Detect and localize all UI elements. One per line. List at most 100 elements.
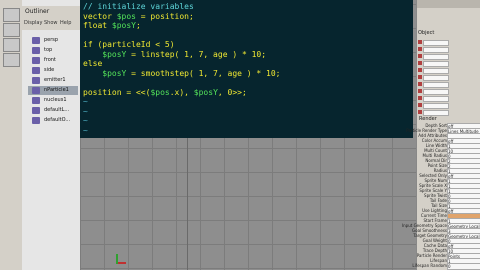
- node-icon: [32, 57, 40, 64]
- outliner-item-label: side: [44, 67, 55, 73]
- expression-code[interactable]: // initialize variables vector $pos = pos…: [80, 0, 413, 135]
- code-token: position = <<(: [83, 87, 151, 97]
- code-token: = linstep( 1, 7, age ) * 10;: [126, 49, 267, 59]
- channel-key-swatch: [418, 61, 422, 65]
- outliner-item[interactable]: top: [28, 46, 78, 55]
- channel-field[interactable]: [423, 61, 449, 67]
- outliner-item-label: defaultO...: [44, 117, 71, 123]
- outliner-item-label: emitter1: [44, 77, 66, 83]
- outliner-item-label: defaultL...: [44, 107, 70, 113]
- maya-workspace: Outliner Display Show Help persp top front…: [0, 0, 480, 270]
- code-token: = position;: [135, 11, 194, 21]
- tool-icon[interactable]: [3, 23, 20, 37]
- code-token: float: [83, 21, 112, 30]
- grid-center-line: [187, 138, 188, 270]
- outliner-item-label: nParticle1: [44, 87, 69, 93]
- channel-field[interactable]: [423, 68, 449, 74]
- code-line[interactable]: vector $pos = position;: [83, 12, 413, 22]
- code-token: .x),: [169, 87, 194, 97]
- object-label: Object: [418, 30, 435, 36]
- channel-key-swatch: [418, 47, 422, 51]
- node-icon: [32, 37, 40, 44]
- channel-field[interactable]: [423, 40, 449, 46]
- channel-field[interactable]: [423, 75, 449, 81]
- node-icon: [32, 117, 40, 124]
- code-token: // initialize variables: [83, 2, 194, 11]
- outliner-item[interactable]: side: [28, 66, 78, 75]
- code-line[interactable]: ~: [83, 107, 413, 117]
- outliner-menu-show[interactable]: Show: [44, 20, 58, 26]
- code-token: = smoothstep( 1, 7, age ) * 10;: [126, 68, 281, 78]
- code-token: ;: [136, 21, 141, 30]
- code-token: , 0>>;: [217, 87, 247, 97]
- outliner-title: Outliner: [22, 6, 80, 18]
- outliner-item-label: front: [44, 57, 56, 63]
- outliner-item-label: nucleus1: [44, 97, 67, 103]
- tool-icon[interactable]: [3, 38, 20, 52]
- code-line[interactable]: ~: [83, 116, 413, 126]
- code-token: $posY: [102, 68, 127, 78]
- code-line[interactable]: else: [83, 59, 413, 69]
- channel-key-swatch: [418, 96, 422, 100]
- code-line[interactable]: $posY = smoothstep( 1, 7, age ) * 10;: [83, 69, 413, 79]
- code-line[interactable]: ~: [83, 97, 413, 107]
- node-icon: [32, 67, 40, 74]
- channel-field[interactable]: [423, 96, 449, 102]
- attribute-value[interactable]: 0: [447, 263, 480, 270]
- tool-icon[interactable]: [3, 8, 20, 22]
- code-line[interactable]: $posY = linstep( 1, 7, age ) * 10;: [83, 50, 413, 60]
- node-icon: [32, 77, 40, 84]
- outliner-menu: Display Show Help: [22, 18, 80, 30]
- code-line[interactable]: ~: [83, 126, 413, 136]
- channel-field[interactable]: [423, 82, 449, 88]
- code-line[interactable]: // initialize variables: [83, 2, 413, 12]
- outliner-list: persp top front side emitter1 nParticle1 nucle…: [28, 36, 78, 126]
- code-token: $posY: [193, 87, 218, 97]
- code-token: $pos: [150, 87, 170, 97]
- code-line[interactable]: position = <<($pos.x), $posY, 0>>;: [83, 88, 413, 98]
- channel-key-swatch: [418, 54, 422, 58]
- outliner-item[interactable]: persp: [28, 36, 78, 45]
- outliner-panel: Outliner Display Show Help persp top front…: [22, 0, 81, 270]
- attribute-name: Lifespan Random: [412, 263, 447, 268]
- outliner-item[interactable]: nParticle1: [28, 86, 78, 95]
- code-line[interactable]: [83, 78, 413, 88]
- expression-editor[interactable]: // initialize variables vector $pos = pos…: [80, 0, 413, 138]
- y-axis-indicator: [116, 254, 118, 264]
- code-token: ~: [83, 116, 88, 125]
- channel-key-swatch: [418, 68, 422, 72]
- outliner-item[interactable]: nucleus1: [28, 96, 78, 105]
- outliner-item[interactable]: defaultL...: [28, 106, 78, 115]
- code-token: else: [83, 59, 103, 68]
- channel-field[interactable]: [423, 54, 449, 60]
- node-icon: [32, 97, 40, 104]
- attribute-section-title: Render: [419, 116, 437, 122]
- channel-key-swatch: [418, 40, 422, 44]
- channel-key-swatch: [418, 103, 422, 107]
- outliner-item[interactable]: front: [28, 56, 78, 65]
- code-line[interactable]: float $posY;: [83, 21, 413, 31]
- channel-field[interactable]: [423, 89, 449, 95]
- channel-box-header: [417, 0, 480, 8]
- channel-field[interactable]: [423, 103, 449, 109]
- code-token: if (particleId < 5): [83, 40, 175, 49]
- outliner-item-label: top: [44, 47, 53, 53]
- outliner-item[interactable]: emitter1: [28, 76, 78, 85]
- channel-key-swatch: [418, 75, 422, 79]
- node-icon: [32, 47, 40, 54]
- code-token: $posY: [102, 49, 127, 59]
- channel-key-swatch: [418, 89, 422, 93]
- tool-icon[interactable]: [3, 53, 20, 67]
- code-line[interactable]: [83, 31, 413, 41]
- outliner-item[interactable]: defaultO...: [28, 116, 78, 125]
- outliner-menu-help[interactable]: Help: [60, 20, 71, 26]
- outliner-menu-display[interactable]: Display: [24, 20, 42, 26]
- tool-shelf: [0, 0, 23, 270]
- outliner-item-label: persp: [44, 37, 59, 43]
- attribute-row: Lifespan Random 0: [412, 263, 480, 270]
- code-token: ~: [83, 125, 88, 135]
- channel-field[interactable]: [423, 47, 449, 53]
- code-line[interactable]: if (particleId < 5): [83, 40, 413, 50]
